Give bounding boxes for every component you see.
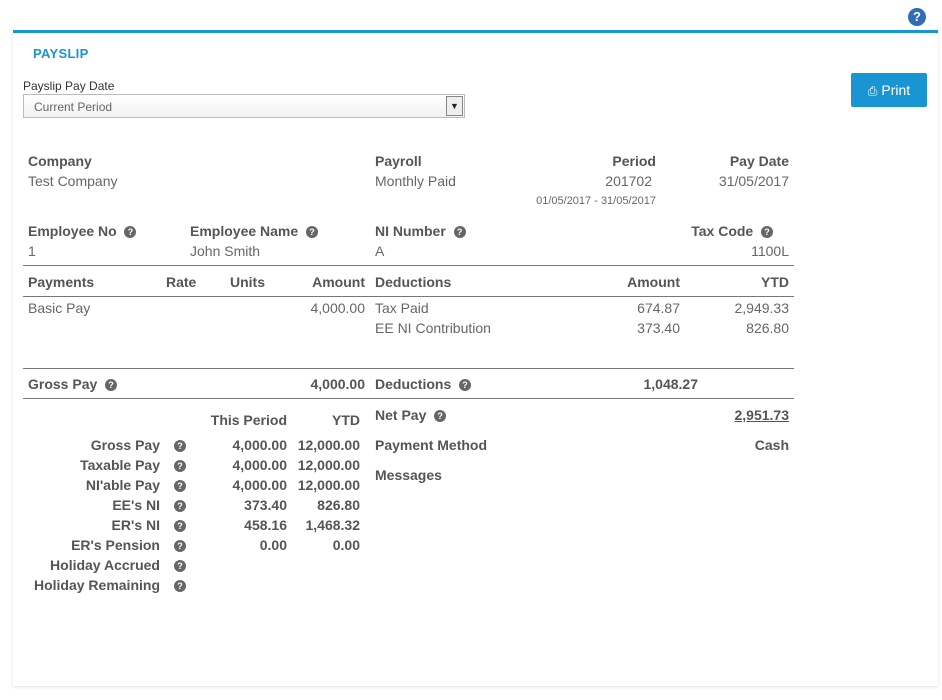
printer-icon: ⎙: [867, 84, 878, 98]
summary-ytd: 12,000.00: [297, 457, 360, 473]
help-icon[interactable]: ?: [174, 577, 186, 595]
rate-header: Rate: [166, 274, 197, 290]
deduction-row-name: EE NI Contribution: [375, 320, 491, 336]
help-icon[interactable]: ?: [761, 226, 773, 238]
summary-ytd-header: YTD: [332, 412, 360, 428]
help-icon[interactable]: ?: [124, 226, 137, 238]
deduction-row-ytd: 826.80: [746, 320, 789, 336]
payments-header: Payments: [28, 274, 95, 290]
ni-number-value: A: [375, 243, 385, 259]
print-button-label: Print: [881, 82, 911, 98]
ni-number-label: NI Number ?: [375, 223, 466, 239]
payroll-value: Monthly Paid: [375, 173, 456, 189]
company-value: Test Company: [28, 173, 118, 189]
print-button[interactable]: ⎙ Print: [851, 73, 927, 107]
help-icon[interactable]: ?: [453, 226, 466, 238]
help-icon[interactable]: ?: [174, 497, 186, 515]
period-label: Period: [612, 153, 656, 169]
help-icon[interactable]: ?: [908, 8, 926, 26]
deductions-header: Deductions: [375, 274, 452, 290]
help-icon[interactable]: ?: [174, 437, 186, 455]
deductions-total-label: Deductions ?: [375, 376, 472, 392]
employee-name-value: John Smith: [190, 243, 261, 259]
summary-label: Taxable Pay: [80, 457, 160, 473]
employee-no-value: 1: [28, 243, 36, 259]
gross-pay-total: 4,000.00: [310, 376, 366, 392]
payroll-label: Payroll: [375, 153, 422, 169]
summary-label: EE's NI: [112, 497, 160, 513]
divider: [23, 265, 794, 266]
deductions-ytd-header: YTD: [761, 274, 789, 290]
summary-label: ER's NI: [111, 517, 160, 533]
help-icon[interactable]: ?: [434, 410, 447, 422]
summary-label: ER's Pension: [71, 537, 160, 553]
summary-ytd: 12,000.00: [297, 477, 360, 493]
summary-label: NI'able Pay: [85, 477, 160, 493]
page-title: PAYSLIP: [33, 46, 89, 61]
help-icon[interactable]: ?: [174, 457, 186, 475]
tax-code-value: 1100L: [751, 243, 789, 259]
deduction-row-amount: 674.87: [637, 300, 680, 316]
summary-ytd: 12,000.00: [297, 437, 360, 453]
pay-date-label: Payslip Pay Date: [23, 79, 115, 93]
tax-code-label: Tax Code ?: [653, 223, 773, 239]
summary-label: Holiday Remaining: [33, 577, 160, 593]
deductions-total: 1,048.27: [643, 376, 699, 392]
period-range: 01/05/2017 - 31/05/2017: [536, 195, 656, 207]
summary-label: Gross Pay: [90, 437, 160, 453]
divider: [23, 368, 794, 369]
deduction-row-name: Tax Paid: [375, 300, 429, 316]
help-icon[interactable]: ?: [174, 477, 186, 495]
deduction-row-ytd: 2,949.33: [734, 300, 790, 316]
help-icon[interactable]: ?: [105, 379, 118, 391]
pay-date-select-value: Current Period: [34, 100, 113, 114]
divider: [23, 398, 794, 399]
summary-ytd: 1,468.32: [305, 517, 361, 533]
payments-amount-header: Amount: [312, 274, 365, 290]
payment-row-amount: 4,000.00: [310, 300, 366, 316]
pay-date-header-label: Pay Date: [729, 153, 789, 169]
employee-no-label: Employee No ?: [28, 223, 137, 239]
deductions-amount-header: Amount: [627, 274, 680, 290]
payment-row-name: Basic Pay: [28, 300, 91, 316]
net-pay-value: 2,951.73: [734, 407, 790, 423]
net-pay-label: Net Pay ?: [375, 407, 447, 423]
help-icon[interactable]: ?: [305, 226, 318, 238]
help-icon[interactable]: ?: [174, 537, 186, 555]
payment-method-label: Payment Method: [375, 437, 488, 453]
payslip-panel: PAYSLIP Payslip Pay Date Current Period …: [13, 30, 938, 686]
period-value: 201702: [605, 173, 652, 189]
help-icon[interactable]: ?: [459, 379, 472, 391]
summary-label: Holiday Accrued: [50, 557, 160, 573]
messages-label: Messages: [375, 467, 442, 483]
dropdown-arrow-icon[interactable]: ▼: [446, 96, 463, 116]
payment-method-value: Cash: [754, 437, 789, 453]
employee-name-label: Employee Name ?: [190, 223, 318, 239]
help-icon[interactable]: ?: [174, 517, 186, 535]
help-icon[interactable]: ?: [174, 557, 186, 575]
units-header: Units: [230, 274, 265, 290]
gross-pay-total-label: Gross Pay ?: [28, 376, 118, 392]
company-label: Company: [28, 153, 92, 169]
pay-date-select[interactable]: Current Period ▼: [23, 94, 465, 118]
divider: [23, 296, 794, 297]
summary-ytd: 826.80: [317, 497, 360, 513]
deduction-row-amount: 373.40: [637, 320, 680, 336]
pay-date-value: 31/05/2017: [718, 173, 789, 189]
summary-ytd: 0.00: [332, 537, 360, 553]
